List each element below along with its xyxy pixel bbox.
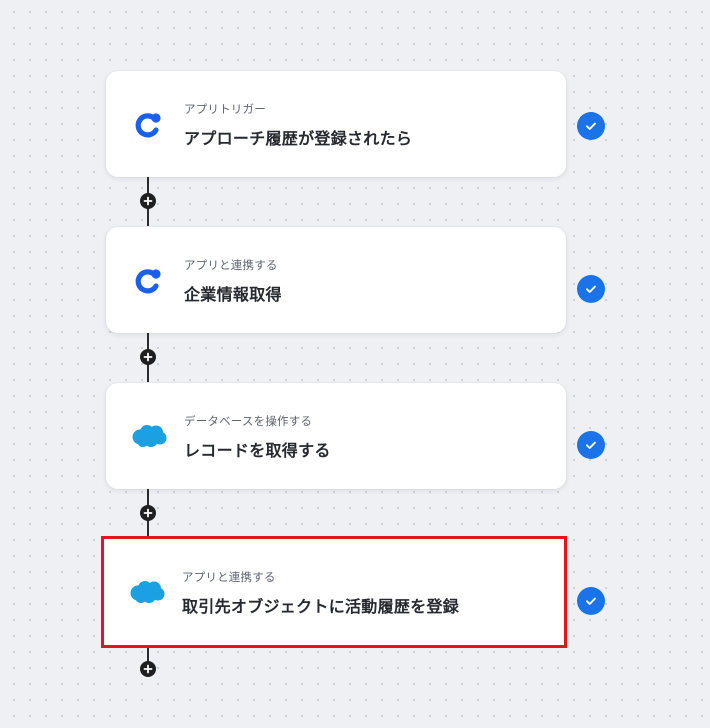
check-icon bbox=[577, 275, 605, 303]
check-icon bbox=[577, 431, 605, 459]
step-card-register-activity[interactable]: アプリと連携する 取引先オブジェクトに活動履歴を登録 bbox=[101, 536, 567, 648]
step-card-trigger[interactable]: アプリトリガー アプローチ履歴が登録されたら bbox=[106, 71, 566, 177]
workflow-canvas: アプリトリガー アプローチ履歴が登録されたら アプリと連携する 企業情報取得 デ… bbox=[0, 0, 710, 728]
add-step-button[interactable] bbox=[140, 349, 156, 365]
add-step-button[interactable] bbox=[140, 661, 156, 677]
step-title: レコードを取得する bbox=[184, 441, 331, 460]
step-card-company-info[interactable]: アプリと連携する 企業情報取得 bbox=[106, 227, 566, 333]
step-category: アプリと連携する bbox=[182, 570, 276, 584]
step-category: データベースを操作する bbox=[184, 414, 313, 428]
salesforce-cloud-icon bbox=[126, 575, 168, 609]
approach-app-icon bbox=[128, 263, 170, 297]
salesforce-cloud-icon bbox=[128, 419, 170, 453]
plus-icon bbox=[143, 664, 153, 674]
check-icon bbox=[577, 112, 605, 140]
step-title: 企業情報取得 bbox=[184, 285, 282, 304]
plus-icon bbox=[143, 352, 153, 362]
plus-icon bbox=[143, 196, 153, 206]
approach-app-icon bbox=[128, 107, 170, 141]
plus-icon bbox=[143, 508, 153, 518]
step-category: アプリトリガー bbox=[184, 102, 266, 116]
step-category: アプリと連携する bbox=[184, 258, 278, 272]
step-title: アプローチ履歴が登録されたら bbox=[184, 129, 413, 148]
step-card-get-record[interactable]: データベースを操作する レコードを取得する bbox=[106, 383, 566, 489]
check-icon bbox=[577, 587, 605, 615]
add-step-button[interactable] bbox=[140, 193, 156, 209]
add-step-button[interactable] bbox=[140, 505, 156, 521]
step-title: 取引先オブジェクトに活動履歴を登録 bbox=[182, 597, 460, 616]
